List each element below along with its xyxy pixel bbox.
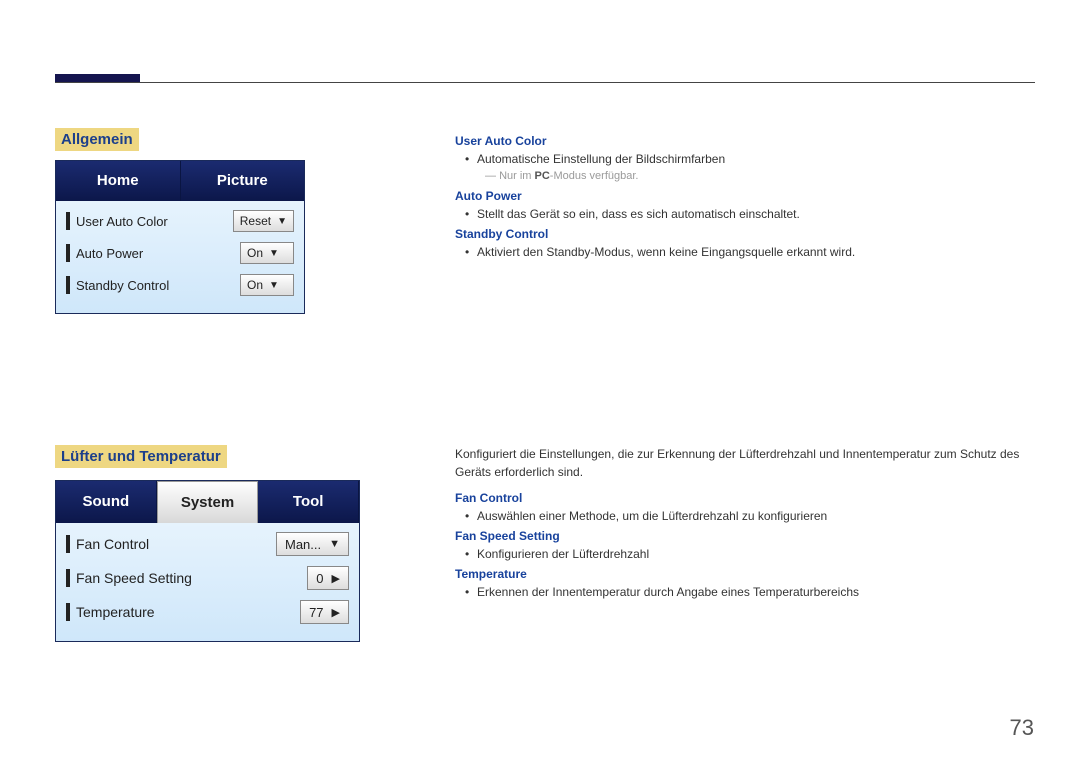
row-marker: [66, 212, 70, 230]
description-general: User Auto Color Automatische Einstellung…: [455, 130, 1035, 261]
row-marker: [66, 244, 70, 262]
note-pc: PC: [535, 170, 550, 182]
bullet-standby-control: Aktiviert den Standby-Modus, wenn keine …: [455, 243, 1035, 261]
panel-general: User Auto Color Reset ▼ Auto Power On ▼ …: [56, 201, 304, 313]
bullet-auto-power: Stellt das Gerät so ein, dass es sich au…: [455, 205, 1035, 223]
screenshot-fan-temp: Sound System Tool Fan Control Man... ▼ F…: [55, 480, 360, 642]
panel-fan-temp: Fan Control Man... ▼ Fan Speed Setting 0…: [56, 523, 359, 641]
header-accent: [55, 74, 140, 82]
value-fan-speed: 0: [316, 571, 323, 586]
note-text: Nur im: [499, 170, 534, 182]
dropdown-fan-control[interactable]: Man... ▼: [276, 532, 349, 556]
note-pc-mode: ― Nur im PC-Modus verfügbar.: [455, 168, 1035, 185]
tab-system[interactable]: System: [157, 481, 259, 523]
row-standby-control: Standby Control On ▼: [56, 269, 304, 301]
dropdown-auto-power[interactable]: On ▼: [240, 242, 294, 264]
heading-user-auto-color: User Auto Color: [455, 132, 1035, 150]
chevron-down-icon: ▼: [269, 280, 279, 291]
tab-sound[interactable]: Sound: [56, 481, 157, 523]
tabbar-home-picture: Home Picture: [56, 161, 304, 201]
spinner-fan-speed[interactable]: 0 ▶: [307, 566, 349, 590]
section-title-allgemein: Allgemein: [55, 128, 139, 151]
screenshot-general: Home Picture User Auto Color Reset ▼ Aut…: [55, 160, 305, 314]
tab-picture[interactable]: Picture: [181, 161, 305, 201]
label-standby-control: Standby Control: [76, 278, 240, 293]
heading-fan-control: Fan Control: [455, 489, 1035, 507]
row-auto-power: Auto Power On ▼: [56, 237, 304, 269]
label-temperature: Temperature: [76, 604, 300, 620]
value-user-auto-color: Reset: [240, 214, 271, 228]
heading-fan-speed-setting: Fan Speed Setting: [455, 527, 1035, 545]
label-fan-control: Fan Control: [76, 536, 276, 552]
row-marker: [66, 276, 70, 294]
header-rule: [55, 82, 1035, 83]
heading-standby-control: Standby Control: [455, 225, 1035, 243]
chevron-right-icon: ▶: [332, 606, 340, 619]
heading-auto-power: Auto Power: [455, 187, 1035, 205]
dropdown-user-auto-color[interactable]: Reset ▼: [233, 210, 294, 232]
row-marker: [66, 535, 70, 553]
row-user-auto-color: User Auto Color Reset ▼: [56, 205, 304, 237]
note-text: -Modus verfügbar.: [550, 170, 639, 182]
bullet-fan-speed-setting: Konfigurieren der Lüfterdrehzahl: [455, 545, 1035, 563]
page-number: 73: [1010, 715, 1034, 741]
value-temperature: 77: [309, 605, 323, 620]
section-title-luefter: Lüfter und Temperatur: [55, 445, 227, 468]
row-marker: [66, 603, 70, 621]
intro-fan-temp: Konfiguriert die Einstellungen, die zur …: [455, 445, 1035, 481]
chevron-down-icon: ▼: [277, 216, 287, 227]
chevron-down-icon: ▼: [269, 248, 279, 259]
bullet-user-auto-color: Automatische Einstellung der Bildschirmf…: [455, 150, 1035, 168]
row-marker: [66, 569, 70, 587]
bullet-temperature: Erkennen der Innentemperatur durch Angab…: [455, 583, 1035, 601]
row-fan-speed: Fan Speed Setting 0 ▶: [56, 561, 359, 595]
tab-home[interactable]: Home: [56, 161, 181, 201]
chevron-right-icon: ▶: [332, 572, 340, 585]
description-fan-temp: Konfiguriert die Einstellungen, die zur …: [455, 445, 1035, 601]
heading-temperature: Temperature: [455, 565, 1035, 583]
value-standby-control: On: [247, 278, 263, 292]
row-fan-control: Fan Control Man... ▼: [56, 527, 359, 561]
tab-tool[interactable]: Tool: [258, 481, 359, 523]
tabbar-sound-system-tool: Sound System Tool: [56, 481, 359, 523]
chevron-down-icon: ▼: [329, 538, 340, 550]
value-fan-control: Man...: [285, 537, 321, 552]
value-auto-power: On: [247, 246, 263, 260]
label-auto-power: Auto Power: [76, 246, 240, 261]
bullet-fan-control: Auswählen einer Methode, um die Lüfterdr…: [455, 507, 1035, 525]
label-user-auto-color: User Auto Color: [76, 214, 233, 229]
spinner-temperature[interactable]: 77 ▶: [300, 600, 349, 624]
row-temperature: Temperature 77 ▶: [56, 595, 359, 629]
dropdown-standby-control[interactable]: On ▼: [240, 274, 294, 296]
label-fan-speed: Fan Speed Setting: [76, 570, 307, 586]
